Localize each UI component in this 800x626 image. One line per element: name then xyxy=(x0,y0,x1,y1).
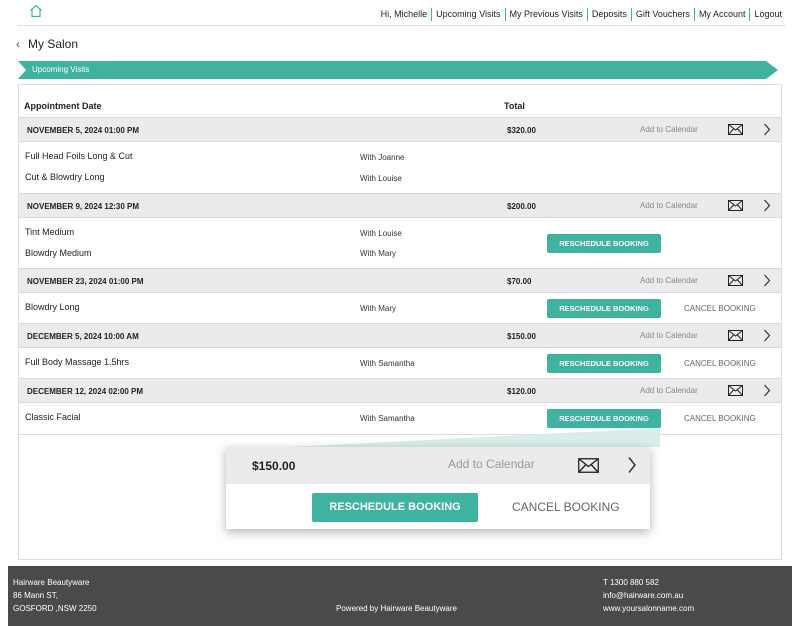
zoom-add-to-calendar-link[interactable]: Add to Calendar xyxy=(448,457,535,471)
ribbon-shape xyxy=(18,61,778,79)
service-name: Classic Facial xyxy=(25,412,81,422)
service-staff: With Joanne xyxy=(360,153,405,162)
nav-link-deposits[interactable]: Deposits xyxy=(586,8,631,21)
appointment-header-row: DECEMBER 12, 2024 02:00 PM $120.00 Add t… xyxy=(19,378,781,403)
footer-powered-by[interactable]: Powered by Hairware Beautyware xyxy=(336,604,457,613)
envelope-icon[interactable] xyxy=(728,275,743,286)
envelope-icon[interactable] xyxy=(578,458,599,473)
section-ribbon: Upcoming Visits xyxy=(18,61,778,79)
nav-greeting: Hi, Michelle xyxy=(380,9,428,19)
add-to-calendar-link[interactable]: Add to Calendar xyxy=(640,201,698,210)
chevron-right-icon[interactable] xyxy=(763,384,771,397)
divider xyxy=(19,434,781,435)
ribbon-label: Upcoming Visits xyxy=(32,65,90,74)
add-to-calendar-link[interactable]: Add to Calendar xyxy=(640,125,698,134)
footer-address-line2: GOSFORD ,NSW 2250 xyxy=(13,604,97,613)
service-name: Full Head Foils Long & Cut xyxy=(25,151,133,161)
chevron-left-icon[interactable]: ‹ xyxy=(16,37,20,51)
nav-link-upcoming-visits[interactable]: Upcoming Visits xyxy=(431,8,504,21)
reschedule-booking-button[interactable]: RESCHEDULE BOOKING xyxy=(547,354,661,373)
column-header-total: Total xyxy=(504,101,525,111)
page-title: My Salon xyxy=(28,37,79,51)
zoom-reschedule-booking-button[interactable]: RESCHEDULE BOOKING xyxy=(312,493,478,522)
envelope-icon[interactable] xyxy=(728,385,743,396)
footer-contact: T 1300 880 582 info@hairware.com.au www.… xyxy=(603,576,694,615)
service-name: Full Body Massage 1.5hrs xyxy=(25,357,130,367)
top-bar: Hi, Michelle Upcoming Visits My Previous… xyxy=(0,0,800,26)
service-staff: With Mary xyxy=(360,304,396,313)
appointment-date: DECEMBER 12, 2024 02:00 PM xyxy=(27,387,144,396)
appointment-date: NOVEMBER 23, 2024 01:00 PM xyxy=(27,277,144,286)
appointment-date: NOVEMBER 5, 2024 01:00 PM xyxy=(27,126,140,135)
footer-website[interactable]: www.yoursalonname.com xyxy=(603,602,694,615)
footer-email[interactable]: info@hairware.com.au xyxy=(603,589,694,602)
appointment-date: DECEMBER 5, 2024 10:00 AM xyxy=(27,332,139,341)
reschedule-booking-button[interactable]: RESCHEDULE BOOKING xyxy=(547,299,661,318)
nav-link-gift-vouchers[interactable]: Gift Vouchers xyxy=(630,8,694,21)
envelope-icon[interactable] xyxy=(728,124,743,135)
chevron-right-icon[interactable] xyxy=(763,123,771,136)
appointment-date: NOVEMBER 9, 2024 12:30 PM xyxy=(27,202,140,211)
service-staff: With Mary xyxy=(360,249,396,258)
nav-link-my-account[interactable]: My Account xyxy=(693,8,750,21)
service-name: Blowdry Long xyxy=(25,302,80,312)
appointment-total: $200.00 xyxy=(507,202,536,211)
reschedule-booking-button[interactable]: RESCHEDULE BOOKING xyxy=(547,409,661,428)
footer: Hairware Beautyware 86 Mann ST, GOSFORD … xyxy=(8,566,792,626)
chevron-right-icon[interactable] xyxy=(763,329,771,342)
service-staff: With Louise xyxy=(360,229,402,238)
appointment-header-row: NOVEMBER 9, 2024 12:30 PM $200.00 Add to… xyxy=(19,193,781,218)
add-to-calendar-link[interactable]: Add to Calendar xyxy=(640,386,698,395)
appointment-total: $320.00 xyxy=(507,126,536,135)
chevron-right-icon[interactable] xyxy=(627,456,637,474)
nav-link-previous-visits[interactable]: My Previous Visits xyxy=(504,8,587,21)
footer-address: Hairware Beautyware 86 Mann ST, GOSFORD … xyxy=(13,576,97,615)
service-staff: With Samantha xyxy=(360,414,415,423)
service-name: Tint Medium xyxy=(25,227,75,237)
envelope-icon[interactable] xyxy=(728,330,743,341)
footer-phone: T 1300 880 582 xyxy=(603,578,659,587)
chevron-right-icon[interactable] xyxy=(763,199,771,212)
footer-address-line1: 86 Mann ST, xyxy=(13,591,58,600)
appointment-header-row: NOVEMBER 5, 2024 01:00 PM $320.00 Add to… xyxy=(19,117,781,142)
appointment-total: $70.00 xyxy=(507,277,532,286)
service-staff: With Louise xyxy=(360,174,402,183)
reschedule-booking-button[interactable]: RESCHEDULE BOOKING xyxy=(547,234,661,253)
cancel-booking-button[interactable]: CANCEL BOOKING xyxy=(684,304,756,313)
appointment-header-row: DECEMBER 5, 2024 10:00 AM $150.00 Add to… xyxy=(19,323,781,348)
service-name: Blowdry Medium xyxy=(25,248,92,258)
envelope-icon[interactable] xyxy=(728,200,743,211)
nav-link-logout[interactable]: Logout xyxy=(749,8,786,21)
zoom-cancel-booking-button[interactable]: CANCEL BOOKING xyxy=(512,500,620,514)
top-nav: Hi, Michelle Upcoming Visits My Previous… xyxy=(377,8,786,21)
home-icon[interactable] xyxy=(29,4,43,18)
appointment-total: $120.00 xyxy=(507,387,536,396)
zoom-detail-card: $150.00 Add to Calendar RESCHEDULE BOOKI… xyxy=(226,447,650,529)
zoom-total: $150.00 xyxy=(252,459,296,473)
service-staff: With Samantha xyxy=(360,359,415,368)
cancel-booking-button[interactable]: CANCEL BOOKING xyxy=(684,359,756,368)
cancel-booking-button[interactable]: CANCEL BOOKING xyxy=(684,414,756,423)
service-name: Cut & Blowdry Long xyxy=(25,172,105,182)
divider xyxy=(18,25,786,26)
chevron-right-icon[interactable] xyxy=(763,274,771,287)
column-header-date: Appointment Date xyxy=(24,101,102,111)
zoom-header-row: $150.00 Add to Calendar xyxy=(226,447,650,484)
footer-company: Hairware Beautyware xyxy=(13,578,90,587)
appointment-header-row: NOVEMBER 23, 2024 01:00 PM $70.00 Add to… xyxy=(19,268,781,293)
appointment-total: $150.00 xyxy=(507,332,536,341)
add-to-calendar-link[interactable]: Add to Calendar xyxy=(640,276,698,285)
breadcrumb[interactable]: ‹ My Salon xyxy=(16,37,78,51)
add-to-calendar-link[interactable]: Add to Calendar xyxy=(640,331,698,340)
